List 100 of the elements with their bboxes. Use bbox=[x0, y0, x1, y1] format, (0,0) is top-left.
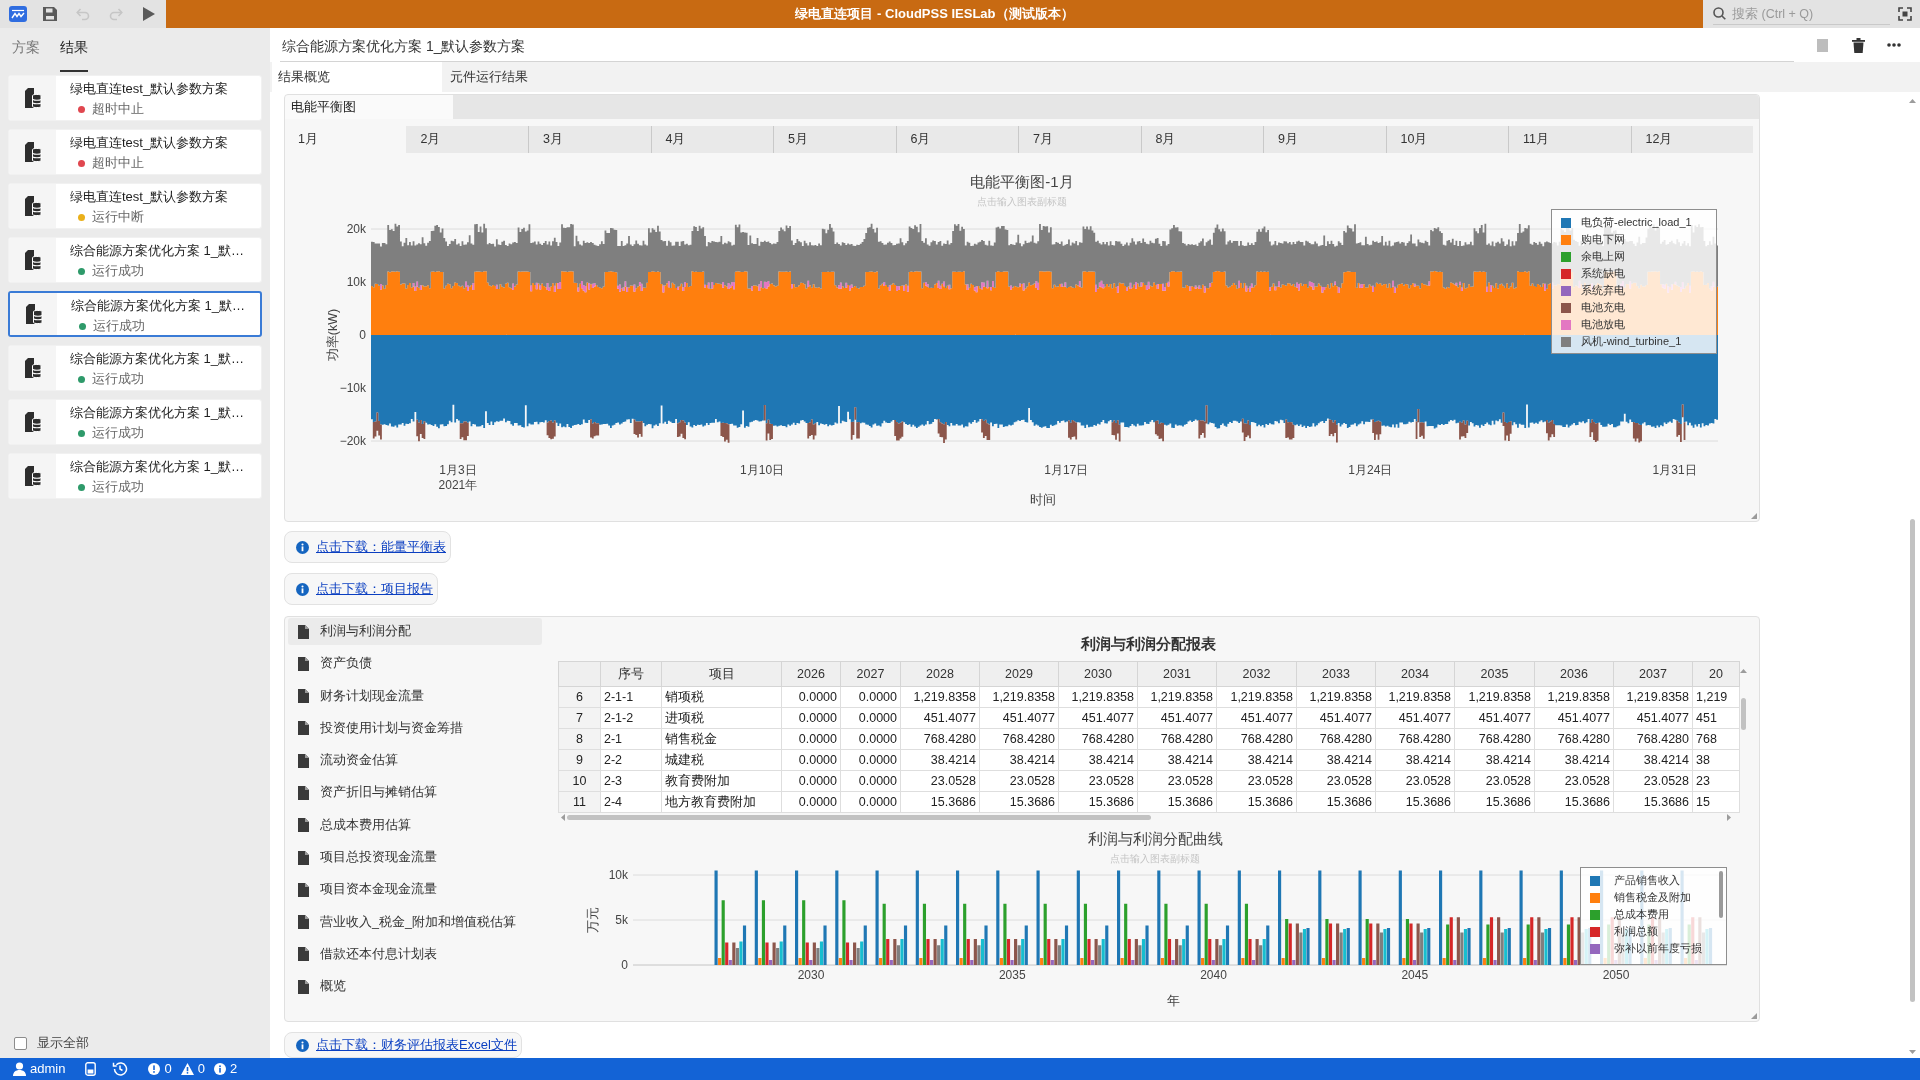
legend-item[interactable]: 余电上网 bbox=[1552, 248, 1716, 265]
row-number: 6 bbox=[558, 686, 601, 708]
history-icon[interactable] bbox=[112, 1061, 129, 1077]
month-tab[interactable]: 7月 bbox=[1018, 126, 1141, 153]
chart-tab[interactable]: 电能平衡图 bbox=[285, 95, 453, 119]
month-tab[interactable]: 10月 bbox=[1385, 126, 1508, 153]
month-tab[interactable]: 3月 bbox=[528, 126, 651, 153]
table-title: 利润与利润分配报表 bbox=[1080, 634, 1217, 654]
legend-item[interactable]: 总成本费用 bbox=[1581, 906, 1726, 923]
download-link[interactable]: 点击下载：财务评估报表Excel文件 bbox=[316, 1036, 517, 1054]
document-icon bbox=[298, 753, 309, 768]
error-icon[interactable] bbox=[148, 1063, 161, 1075]
result-item[interactable]: 综合能源方案优化方案 1_默… 运行成功 bbox=[8, 345, 262, 391]
month-tab[interactable]: 2月 bbox=[405, 126, 528, 153]
result-item[interactable]: 综合能源方案优化方案 1_默… 运行成功 bbox=[8, 291, 262, 337]
result-item[interactable]: 绿电直连test_默认参数方案 运行中断 bbox=[8, 183, 262, 229]
result-item[interactable]: 绿电直连test_默认参数方案 超时中止 bbox=[8, 129, 262, 175]
sidebar-tab[interactable]: 方案 bbox=[12, 28, 40, 72]
tablet-icon[interactable] bbox=[85, 1062, 97, 1076]
column-header: 20 bbox=[1692, 661, 1740, 687]
scroll-right-icon[interactable] bbox=[1727, 813, 1731, 821]
download-link[interactable]: 点击下载：项目报告 bbox=[316, 580, 433, 598]
report-menu-item[interactable]: 资产折旧与摊销估算 bbox=[288, 779, 542, 807]
count-label: 2 bbox=[229, 1061, 238, 1077]
scrollbar-thumb[interactable] bbox=[1740, 698, 1746, 730]
result-title: 综合能源方案优化方案 1_默… bbox=[70, 458, 245, 475]
result-title: 绿电直连test_默认参数方案 bbox=[70, 134, 229, 151]
report-menu-item[interactable]: 营业收入_税金_附加和增值税估算 bbox=[288, 908, 542, 936]
document-icon bbox=[298, 786, 309, 800]
legend-item[interactable]: 系统弃电 bbox=[1552, 282, 1716, 299]
file-database-icon bbox=[23, 87, 42, 109]
sidebar-tab[interactable]: 结果 bbox=[60, 28, 88, 72]
result-item[interactable]: 综合能源方案优化方案 1_默… 运行成功 bbox=[8, 237, 262, 283]
scrollbar-thumb[interactable] bbox=[1909, 519, 1915, 1002]
scroll-up-icon[interactable] bbox=[1739, 669, 1747, 673]
legend-item[interactable]: 电池放电 bbox=[1552, 316, 1716, 333]
report-menu-item[interactable]: 借款还本付息计划表 bbox=[288, 940, 542, 968]
scrollbar-thumb[interactable] bbox=[1719, 871, 1723, 918]
status-label: 超时中止 bbox=[92, 101, 144, 118]
legend-item[interactable]: 利润总额 bbox=[1581, 923, 1726, 940]
status-label: 运行成功 bbox=[92, 425, 144, 442]
report-menu-item[interactable]: 投资使用计划与资金筹措 bbox=[288, 714, 542, 742]
resize-grip-icon[interactable] bbox=[1751, 1013, 1757, 1019]
month-tab[interactable]: 4月 bbox=[650, 126, 773, 153]
report-menu-item[interactable]: 总成本费用估算 bbox=[288, 811, 542, 839]
month-tab[interactable]: 6月 bbox=[895, 126, 1018, 153]
report-menu-item[interactable]: 项目资本金现金流量 bbox=[288, 876, 542, 904]
result-item[interactable]: 综合能源方案优化方案 1_默… 运行成功 bbox=[8, 453, 262, 499]
result-item[interactable]: 综合能源方案优化方案 1_默… 运行成功 bbox=[8, 399, 262, 445]
month-tab[interactable]: 8月 bbox=[1140, 126, 1263, 153]
legend-item[interactable]: 弥补以前年度亏损 bbox=[1581, 940, 1726, 957]
axis-tick-label: 2035 bbox=[998, 968, 1026, 982]
column-header: 2035 bbox=[1454, 661, 1535, 687]
column-header: 2032 bbox=[1216, 661, 1297, 687]
column-header: 项目 bbox=[661, 661, 782, 687]
month-tab[interactable]: 9月 bbox=[1263, 126, 1386, 153]
result-item[interactable]: 绿电直连test_默认参数方案 超时中止 bbox=[8, 75, 262, 121]
month-tab[interactable]: 1月 bbox=[291, 126, 406, 153]
legend-item[interactable]: 产品销售收入 bbox=[1581, 872, 1726, 889]
month-tab[interactable]: 5月 bbox=[773, 126, 896, 153]
status-label: 运行成功 bbox=[93, 318, 145, 335]
axis-title: 时间 bbox=[1030, 492, 1056, 507]
month-tab[interactable]: 11月 bbox=[1508, 126, 1631, 153]
warning-icon[interactable] bbox=[180, 1063, 194, 1075]
view-tab[interactable]: 元件运行结果 bbox=[444, 62, 614, 92]
legend-item[interactable]: 电负荷-electric_load_1 bbox=[1552, 214, 1716, 231]
report-menu-item[interactable]: 流动资金估算 bbox=[288, 747, 542, 775]
legend-item[interactable]: 电池充电 bbox=[1552, 299, 1716, 316]
row-number: 9 bbox=[558, 749, 601, 771]
scroll-left-icon[interactable] bbox=[561, 813, 565, 821]
scroll-down-icon[interactable] bbox=[1908, 1050, 1916, 1054]
legend-item[interactable]: 购电下网 bbox=[1552, 231, 1716, 248]
report-menu-item[interactable]: 利润与利润分配 bbox=[288, 618, 542, 645]
checkbox-label: 显示全部 bbox=[37, 1034, 89, 1052]
count-label: 0 bbox=[197, 1061, 205, 1077]
show-all-checkbox[interactable] bbox=[14, 1036, 27, 1050]
fullscreen-icon[interactable] bbox=[1898, 7, 1912, 21]
status-label: 运行成功 bbox=[92, 479, 144, 496]
legend-item[interactable]: 销售税金及附加 bbox=[1581, 889, 1726, 906]
file-database-icon bbox=[23, 249, 42, 271]
report-menu-item[interactable]: 概览 bbox=[288, 973, 542, 1001]
download-link[interactable]: 点击下载：能量平衡表 bbox=[316, 538, 446, 556]
axis-tick-label: 2030 bbox=[797, 968, 825, 982]
resize-grip-icon[interactable] bbox=[1751, 513, 1757, 519]
axis-title: 万元 bbox=[586, 907, 600, 933]
scrollbar-thumb[interactable] bbox=[567, 814, 1151, 820]
legend-item[interactable]: 系统缺电 bbox=[1552, 265, 1716, 282]
column-header: 2033 bbox=[1296, 661, 1376, 687]
legend-item[interactable]: 风机-wind_turbine_1 bbox=[1552, 333, 1716, 350]
scroll-up-icon[interactable] bbox=[1908, 99, 1916, 103]
count-label: 0 bbox=[164, 1061, 172, 1077]
info-icon[interactable] bbox=[213, 1063, 226, 1075]
report-menu-item[interactable]: 财务计划现金流量 bbox=[288, 682, 542, 710]
month-tab[interactable]: 12月 bbox=[1630, 126, 1753, 153]
app-logo-icon bbox=[9, 6, 27, 22]
search-icon bbox=[1713, 7, 1726, 20]
report-menu-item[interactable]: 资产负债 bbox=[288, 650, 542, 678]
view-tab[interactable]: 结果概览 bbox=[272, 62, 442, 92]
report-menu-item[interactable]: 项目总投资现金流量 bbox=[288, 844, 542, 872]
document-icon bbox=[298, 818, 309, 833]
